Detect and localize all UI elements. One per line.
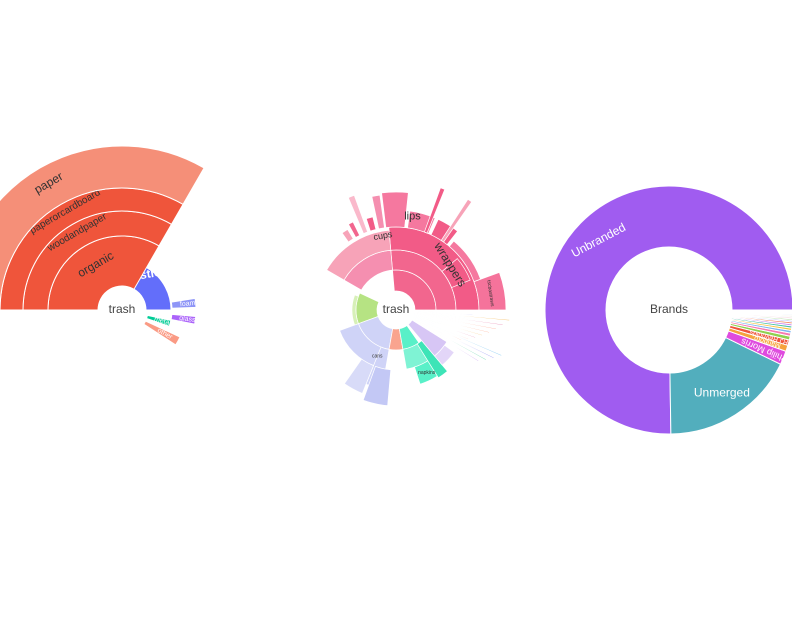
sunburst-2-segment-pink-spike-2[interactable]: [365, 216, 377, 232]
sunburst-charts-svg: plasticorganicwoodandpaperpaperorcardboa…: [0, 145, 792, 435]
sunburst-2-label-napkins: napkins: [418, 370, 436, 376]
sunburst-2-root-label: trash: [383, 302, 410, 316]
sunburst-1: plasticorganicwoodandpaperpaperorcardboa…: [0, 145, 205, 346]
sunburst-2-segment-pink-spike-8[interactable]: [440, 198, 473, 243]
sunburst-2-label-cans: cans: [372, 354, 383, 360]
sunburst-2-label-lips: lips: [404, 210, 421, 222]
sunburst-1-label-foam: foam: [180, 300, 196, 308]
donut-label-unmerged: Unmerged: [694, 385, 750, 399]
sunburst-2-segment-pink-spike-5[interactable]: [341, 228, 354, 243]
donut-slice-other-22[interactable]: [731, 309, 792, 312]
donut-center-title: Brands: [650, 302, 688, 316]
sunburst-1-root-label: trash: [109, 302, 136, 316]
chart-canvas: plasticorganicwoodandpaperpaperorcardboa…: [0, 0, 792, 619]
sunburst-2: wrapperslipscupstscbastrawsnapkinscanstr…: [326, 187, 510, 407]
sunburst-1-label-glass: glass: [179, 315, 197, 324]
brands-donut: UnbrandedUnmergedPhilip MorrisMarlboroRJ…: [544, 185, 792, 435]
